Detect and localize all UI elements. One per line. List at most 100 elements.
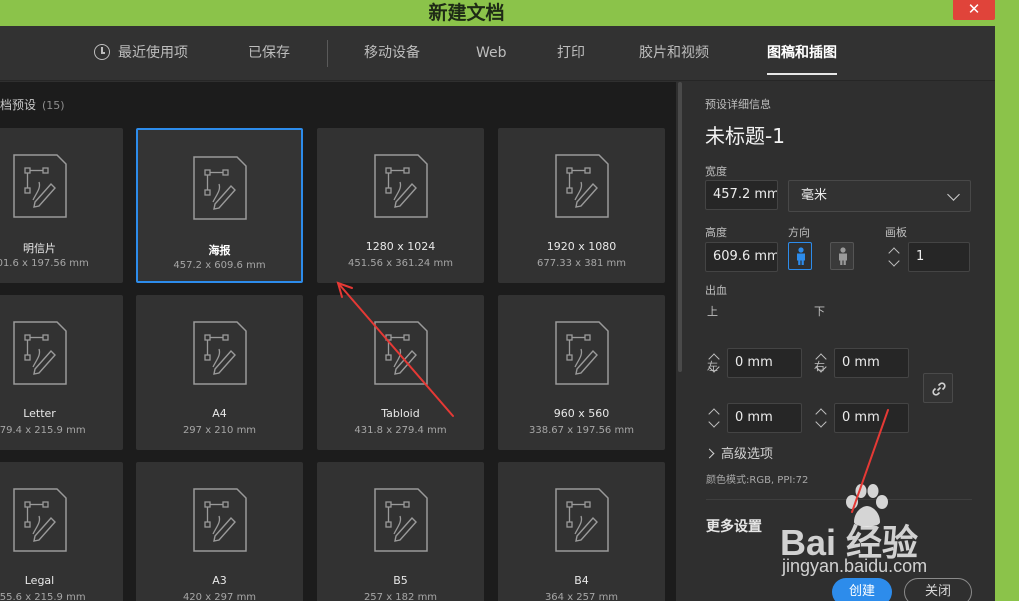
preset-name: Legal (24, 574, 55, 587)
preset-name: Letter (23, 407, 56, 420)
artboard-document-icon (554, 154, 609, 218)
preset-size: 451.56 x 361.24 mm (348, 258, 453, 269)
preset-card[interactable]: Letter 279.4 x 215.9 mm (0, 295, 123, 450)
window-close-button[interactable]: ✕ (953, 0, 995, 20)
tab-label: 最近使用项 (118, 45, 188, 61)
preset-card[interactable]: B5 257 x 182 mm (317, 462, 484, 601)
unit-select-value: 毫米 (801, 188, 828, 203)
chevron-right-icon (704, 448, 715, 459)
preset-name: A3 (212, 574, 227, 587)
artboard-document-icon (554, 321, 609, 385)
watermark-url: jingyan.baidu.com (782, 556, 928, 576)
portrait-orientation-button[interactable] (788, 242, 812, 270)
preset-size: 457.2 x 609.6 mm (173, 260, 266, 271)
artboard-document-icon (12, 488, 67, 552)
tab-print[interactable]: 打印 (557, 26, 585, 81)
tab-film-video[interactable]: 胶片和视频 (639, 26, 709, 81)
preset-card[interactable]: Legal 355.6 x 215.9 mm (0, 462, 123, 601)
artboard-document-icon (373, 154, 428, 218)
artboard-document-icon (192, 321, 247, 385)
preset-name: Tabloid (381, 407, 420, 420)
baidu-watermark: Bai 经验 jingyan.baidu.com (780, 484, 980, 584)
artboard-document-icon (373, 488, 428, 552)
clock-icon (94, 44, 110, 60)
preset-card[interactable]: B4 364 x 257 mm (498, 462, 665, 601)
bleed-right-label: 右 (814, 360, 825, 373)
preset-card[interactable]: 海报 457.2 x 609.6 mm (136, 128, 303, 283)
preset-name: 明信片 (23, 242, 56, 255)
bleed-top-input[interactable]: 0 mm (727, 348, 802, 378)
preset-name: 海报 (208, 244, 231, 257)
preset-size: 257 x 182 mm (363, 592, 438, 601)
artboard-document-icon (12, 321, 67, 385)
artboard-document-icon (192, 488, 247, 552)
preset-card[interactable]: Tabloid 431.8 x 279.4 mm (317, 295, 484, 450)
presets-header: 档预设 (15) (0, 96, 65, 113)
landscape-icon (839, 247, 847, 265)
preset-card[interactable]: 1920 x 1080 677.33 x 381 mm (498, 128, 665, 283)
artboard-stepper[interactable] (886, 242, 904, 272)
more-settings-button[interactable]: 更多设置 (706, 516, 762, 536)
preset-card[interactable]: 明信片 101.6 x 197.56 mm (0, 128, 123, 283)
preset-grid-area[interactable]: 档预设 (15) 明信片 101.6 x 197.56 mm 海报 457.2 x 60… (0, 82, 676, 601)
tab-web[interactable]: Web (476, 26, 507, 81)
artboard-label: 画板 (885, 226, 907, 239)
advanced-options-toggle[interactable]: 高级选项 (704, 443, 774, 462)
category-tabs: 最近使用项 已保存 移动设备 Web 打印 胶片和视频 图稿和插图 (0, 26, 995, 81)
preset-card[interactable]: A4 297 x 210 mm (136, 295, 303, 450)
bleed-label: 出血 (705, 284, 727, 297)
preset-card[interactable]: 1280 x 1024 451.56 x 361.24 mm (317, 128, 484, 283)
presets-header-label: 档预设 (0, 98, 37, 112)
bleed-left-label: 左 (707, 360, 718, 373)
bleed-top-label: 上 (707, 305, 718, 318)
artboard-document-icon (373, 321, 428, 385)
document-name-field[interactable]: 未标题-1 (705, 120, 785, 149)
bleed-left-input[interactable]: 0 mm (727, 403, 802, 433)
preset-scrollbar[interactable] (678, 82, 682, 372)
chevron-down-icon (947, 188, 960, 201)
artboard-document-icon (12, 154, 67, 218)
tab-art-illustration[interactable]: 图稿和插图 (767, 26, 837, 81)
preset-size: 431.8 x 279.4 mm (354, 425, 447, 436)
bleed-right-stepper[interactable] (813, 403, 831, 433)
preset-name: A4 (212, 407, 227, 420)
preset-card[interactable]: 960 x 560 338.67 x 197.56 mm (498, 295, 665, 450)
bleed-bottom-label: 下 (814, 305, 825, 318)
preset-name: B4 (574, 574, 589, 587)
preset-size: 338.67 x 197.56 mm (529, 425, 634, 436)
tab-saved[interactable]: 已保存 (248, 26, 290, 81)
tab-separator (327, 40, 328, 67)
preset-name: 1920 x 1080 (546, 240, 617, 253)
window-edge (995, 26, 1019, 601)
link-bleed-button[interactable] (923, 373, 953, 403)
advanced-options-label: 高级选项 (721, 447, 774, 462)
tab-recent[interactable]: 最近使用项 (94, 26, 188, 81)
preset-size: 101.6 x 197.56 mm (0, 258, 89, 269)
presets-count: (15) (42, 99, 65, 112)
tab-mobile[interactable]: 移动设备 (364, 26, 420, 81)
height-input[interactable]: 609.6 mm (705, 242, 778, 272)
landscape-orientation-button[interactable] (830, 242, 854, 270)
preset-size: 364 x 257 mm (544, 592, 619, 601)
orientation-label: 方向 (788, 226, 810, 239)
preset-name: 1280 x 1024 (365, 240, 436, 253)
width-label: 宽度 (705, 165, 727, 178)
portrait-icon (797, 247, 805, 265)
artboard-count-input[interactable]: 1 (908, 242, 970, 272)
bleed-right-input[interactable]: 0 mm (834, 403, 909, 433)
preset-size: 355.6 x 215.9 mm (0, 592, 86, 601)
bleed-left-stepper[interactable] (706, 403, 724, 433)
preset-name: 960 x 560 (553, 407, 610, 420)
title-bar: 新建文档 (0, 0, 1019, 26)
preset-card[interactable]: A3 420 x 297 mm (136, 462, 303, 601)
link-icon (932, 382, 946, 396)
artboard-document-icon (554, 488, 609, 552)
preset-size: 677.33 x 381 mm (536, 258, 626, 269)
preset-details-label: 预设详细信息 (705, 98, 771, 111)
height-label: 高度 (705, 226, 727, 239)
bleed-bottom-input[interactable]: 0 mm (834, 348, 909, 378)
artboard-document-icon (192, 156, 247, 220)
width-input[interactable]: 457.2 mm (705, 180, 778, 210)
preset-size: 297 x 210 mm (182, 425, 257, 436)
unit-select[interactable]: 毫米 (788, 180, 971, 212)
